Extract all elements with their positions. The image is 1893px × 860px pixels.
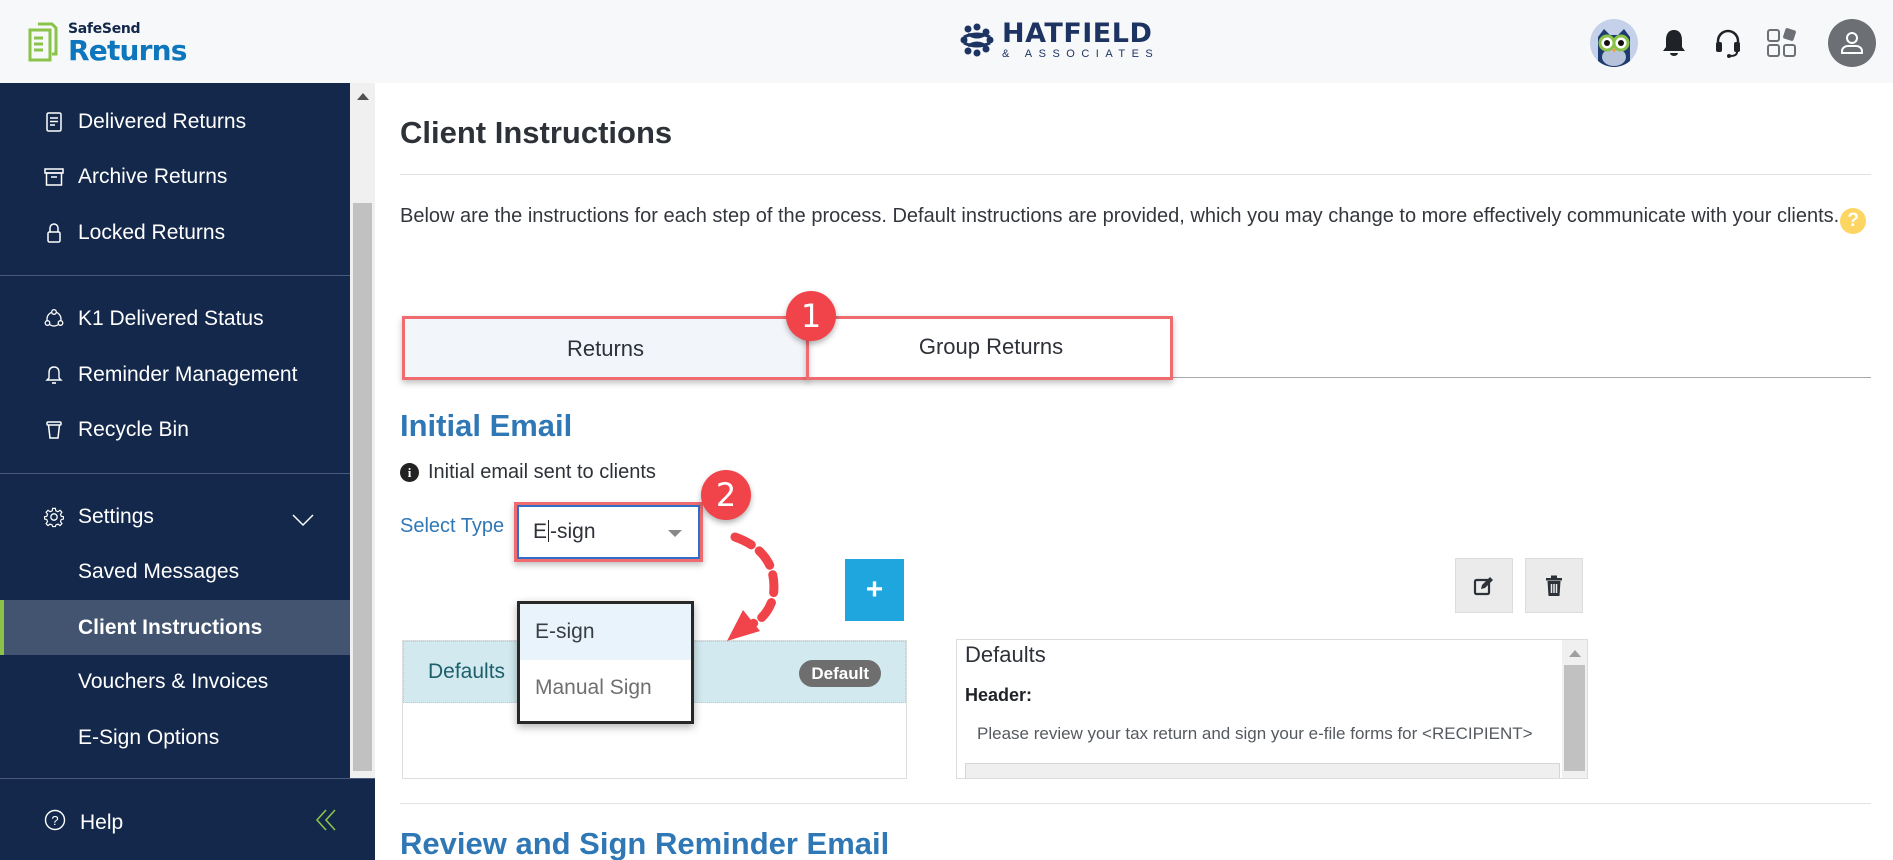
- title-divider: [400, 174, 1871, 175]
- sidebar-item-help[interactable]: ? Help: [44, 809, 123, 837]
- preview-title: Defaults: [965, 642, 1046, 667]
- collapse-sidebar-icon[interactable]: [314, 807, 338, 833]
- option-esign[interactable]: E-sign: [520, 604, 691, 660]
- sidebar-item-label: E-Sign Options: [78, 726, 220, 749]
- sidebar-subitem-saved-messages[interactable]: Saved Messages: [0, 546, 350, 598]
- tab-returns[interactable]: Returns: [402, 316, 809, 378]
- annotation-arrow-icon: [727, 532, 779, 641]
- bin-icon: [44, 419, 64, 441]
- chevron-down-icon[interactable]: [292, 509, 314, 533]
- gear-icon: [44, 506, 64, 528]
- sidebar-item-label: Archive Returns: [78, 165, 228, 188]
- option-manual-sign[interactable]: Manual Sign: [520, 660, 691, 716]
- default-badge: Default: [799, 660, 881, 687]
- select-value-end: -sign: [550, 520, 596, 543]
- main-content: Client Instructions Below are the instru…: [375, 83, 1893, 860]
- firm-name: HATFIELD: [1002, 18, 1153, 49]
- add-instruction-button[interactable]: +: [845, 559, 904, 621]
- dropdown-caret-icon: [668, 530, 682, 537]
- sidebar-divider: [0, 275, 350, 276]
- select-type-dropdown[interactable]: E -sign: [517, 505, 700, 559]
- lock-icon: [44, 222, 64, 244]
- section-divider: [400, 803, 1871, 804]
- sidebar-item-k1-delivered-status[interactable]: K1 Delivered Status: [0, 293, 350, 345]
- sidebar-item-label: Settings: [78, 505, 154, 528]
- sidebar-scrollbar[interactable]: [350, 83, 375, 778]
- annotation-badge-1: 1: [786, 291, 836, 341]
- scrollbar-thumb[interactable]: [353, 203, 372, 771]
- sidebar-footer: ? Help: [0, 778, 375, 860]
- sidebar-item-label: Vouchers & Invoices: [78, 670, 269, 693]
- edit-button[interactable]: [1455, 558, 1513, 613]
- sidebar: Delivered Returns Archive Returns Locked…: [0, 83, 350, 778]
- edit-icon: [1473, 576, 1493, 595]
- scroll-up-arrow-icon[interactable]: [357, 93, 369, 100]
- select-value-start: E: [533, 520, 548, 543]
- owl-avatar-icon[interactable]: [1590, 19, 1638, 67]
- sidebar-divider: [0, 473, 350, 474]
- sidebar-item-recycle-bin[interactable]: Recycle Bin: [0, 404, 350, 456]
- top-header: SafeSend Returns HATFIELD & ASSOCIATES: [0, 0, 1893, 83]
- sidebar-item-label: Reminder Management: [78, 363, 298, 386]
- preview-header-text: Please review your tax return and sign y…: [977, 724, 1533, 743]
- initial-email-info: i Initial email sent to clients: [400, 461, 656, 484]
- network-icon: [44, 308, 64, 330]
- description-text: Below are the instructions for each step…: [400, 205, 1840, 227]
- sidebar-item-label: Locked Returns: [78, 221, 226, 244]
- list-item-name: Defaults: [428, 660, 506, 683]
- sidebar-item-label: Client Instructions: [78, 615, 263, 639]
- sidebar-item-label: K1 Delivered Status: [78, 307, 264, 330]
- sidebar-subitem-vouchers-invoices[interactable]: Vouchers & Invoices: [0, 656, 350, 708]
- sidebar-item-delivered-returns[interactable]: Delivered Returns: [0, 96, 350, 148]
- text-cursor: [548, 520, 550, 542]
- trash-icon: [1546, 575, 1562, 596]
- help-question-icon[interactable]: ?: [1840, 208, 1867, 234]
- archive-box-icon: [44, 166, 64, 188]
- scrollbar-thumb[interactable]: [1564, 665, 1585, 771]
- safesend-returns-logo[interactable]: SafeSend Returns: [28, 22, 187, 65]
- preview-header-label: Header:: [965, 685, 1033, 705]
- preview-body-box: [965, 763, 1560, 778]
- headset-icon[interactable]: [1710, 25, 1746, 61]
- select-type-options: E-sign Manual Sign: [517, 601, 694, 724]
- bell-icon[interactable]: [1656, 25, 1692, 61]
- firm-logo: HATFIELD & ASSOCIATES: [960, 20, 1159, 60]
- svg-text:?: ?: [51, 813, 58, 828]
- bell-icon: [44, 364, 64, 386]
- sidebar-item-label: Saved Messages: [78, 560, 240, 583]
- select-type-label: Select Type: [400, 515, 505, 537]
- section-title-initial-email: Initial Email: [400, 408, 573, 443]
- sidebar-item-settings[interactable]: Settings: [0, 491, 350, 543]
- tab-group-returns[interactable]: Group Returns: [809, 316, 1173, 378]
- sidebar-subitem-esign-options[interactable]: E-Sign Options: [0, 712, 350, 764]
- preview-scrollbar[interactable]: [1562, 640, 1587, 778]
- apps-grid-icon[interactable]: [1764, 25, 1800, 61]
- sidebar-item-archive-returns[interactable]: Archive Returns: [0, 151, 350, 203]
- info-icon: i: [400, 463, 419, 482]
- user-avatar-icon[interactable]: [1828, 19, 1876, 67]
- document-icon: [44, 111, 64, 133]
- documents-logo-icon: [28, 22, 58, 62]
- sidebar-item-label: Recycle Bin: [78, 418, 189, 441]
- section-title-review-reminder: Review and Sign Reminder Email: [400, 826, 890, 860]
- firm-network-icon: [960, 23, 994, 57]
- delete-button[interactable]: [1525, 558, 1583, 613]
- instruction-preview: Defaults Header: Please review your tax …: [956, 639, 1588, 779]
- help-circle-icon: ?: [44, 809, 66, 837]
- sidebar-item-label: Delivered Returns: [78, 110, 247, 133]
- sidebar-item-reminder-management[interactable]: Reminder Management: [0, 349, 350, 401]
- page-title: Client Instructions: [400, 115, 673, 150]
- sidebar-item-locked-returns[interactable]: Locked Returns: [0, 207, 350, 259]
- sidebar-item-label: Help: [80, 811, 124, 834]
- sidebar-subitem-client-instructions[interactable]: Client Instructions: [0, 600, 350, 655]
- scroll-up-arrow-icon[interactable]: [1569, 650, 1581, 657]
- firm-subtitle: & ASSOCIATES: [1002, 48, 1160, 60]
- brand-name-bottom: Returns: [68, 34, 187, 67]
- page-description: Below are the instructions for each step…: [400, 197, 1870, 236]
- info-text: Initial email sent to clients: [428, 461, 656, 483]
- annotation-badge-2: 2: [701, 470, 751, 520]
